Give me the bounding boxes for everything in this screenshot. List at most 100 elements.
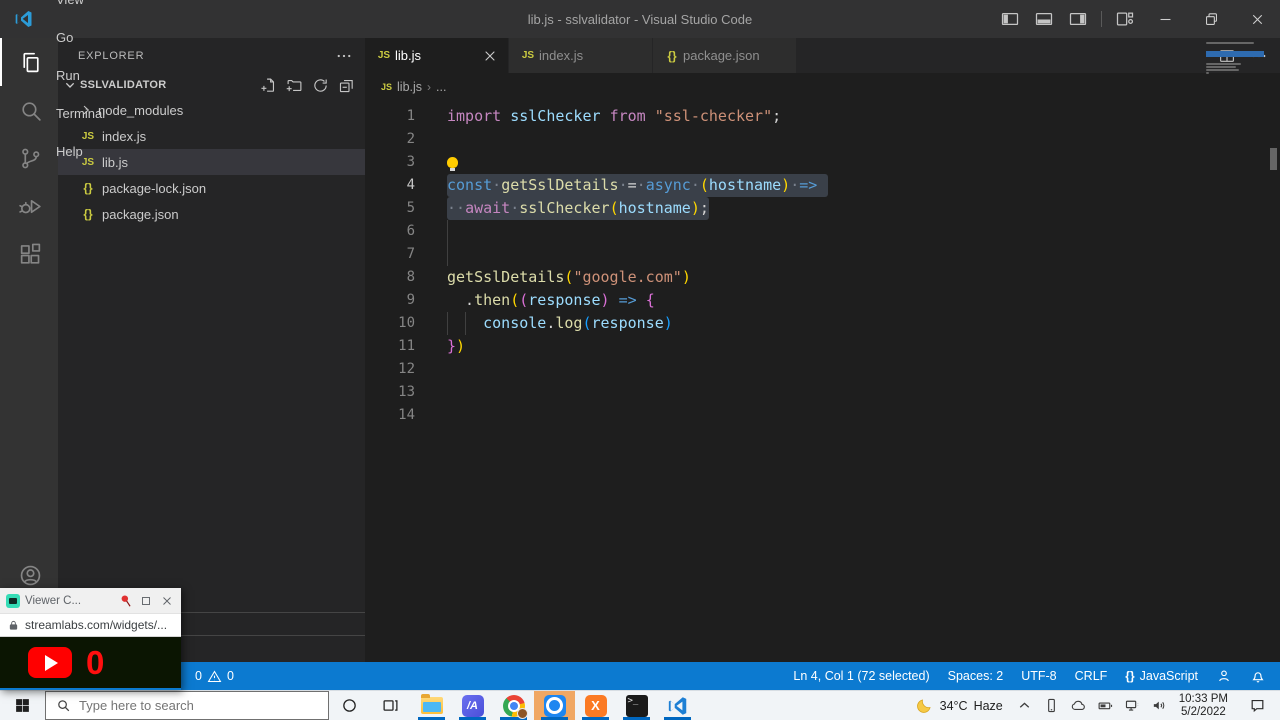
minimap-line <box>1206 42 1254 44</box>
weather-widget[interactable]: 34°C Haze <box>915 696 1003 715</box>
restore-button[interactable] <box>1188 0 1234 38</box>
token: · <box>492 176 501 194</box>
line-number: 10 <box>365 312 415 335</box>
battery-icon[interactable] <box>1097 697 1114 714</box>
explorer-more-icon[interactable] <box>335 47 353 65</box>
lightbulb-icon[interactable] <box>447 157 458 168</box>
overlay-window-title: Viewer C... <box>25 595 114 607</box>
close-icon[interactable] <box>159 594 175 608</box>
overlay-title-bar[interactable]: Viewer C... <box>0 588 181 613</box>
close-button[interactable] <box>1234 0 1280 38</box>
cortana-button[interactable] <box>329 691 370 720</box>
menu-go[interactable]: Go <box>46 19 119 57</box>
layout-secondary-icon[interactable] <box>1068 9 1088 29</box>
refresh-icon[interactable] <box>312 77 329 94</box>
feedback-icon[interactable] <box>1207 668 1241 684</box>
taskbar-app-vscode[interactable] <box>657 691 698 720</box>
viewer-count: 0 <box>86 644 104 682</box>
file-item-package.json[interactable]: {}package.json <box>58 201 365 227</box>
token: · <box>510 199 519 217</box>
gutter-space <box>415 335 447 358</box>
phone-icon[interactable] <box>1043 697 1060 714</box>
layout-panel-icon[interactable] <box>1034 9 1054 29</box>
taskbar-app-illustrator-like[interactable]: /A <box>452 691 493 720</box>
indentation[interactable]: Spaces: 2 <box>939 669 1013 683</box>
task-view-button[interactable] <box>370 691 411 720</box>
token: = <box>628 176 637 194</box>
customize-layout-icon[interactable] <box>1115 9 1135 29</box>
problems-indicator[interactable]: 0 0 <box>186 669 243 684</box>
action-center-button[interactable] <box>1238 697 1276 714</box>
search-input[interactable] <box>79 698 279 713</box>
source-control-icon <box>18 146 43 171</box>
moon-icon <box>915 696 934 715</box>
file-item-package-lock.json[interactable]: {}package-lock.json <box>58 175 365 201</box>
chrome-icon <box>503 695 525 717</box>
volume-icon[interactable] <box>1151 697 1168 714</box>
line-content: getSslDetails("google.com") <box>447 266 691 289</box>
pin-icon[interactable] <box>119 594 133 608</box>
taskbar-app-file-explorer[interactable] <box>411 691 452 720</box>
editor-pane: JSlib.jsJSindex.js{}package.json JS lib.… <box>365 38 1280 662</box>
menu-help[interactable]: Help <box>46 133 119 171</box>
code-line-12: 12 <box>365 358 1280 381</box>
json-file-icon: {} <box>78 181 98 195</box>
taskbar-app-chrome[interactable] <box>493 691 534 720</box>
gutter-space <box>415 220 447 243</box>
minimap-selection <box>1206 51 1264 57</box>
taskbar-app-terminal[interactable]: >_ <box>616 691 657 720</box>
tab-label: package.json <box>683 48 760 63</box>
minimize-button[interactable] <box>1142 0 1188 38</box>
system-tray: 34°C Haze 10:33 PM 5/2/2022 <box>915 691 1280 720</box>
breadcrumb-rest[interactable]: ... <box>436 80 446 94</box>
maximize-icon[interactable] <box>138 594 154 608</box>
token: ( <box>510 291 519 309</box>
gutter-space <box>415 105 447 128</box>
taskbar-app-xampp[interactable]: X <box>575 691 616 720</box>
menu-terminal[interactable]: Terminal <box>46 95 119 133</box>
notifications-bell-icon[interactable] <box>1241 668 1280 684</box>
code-line-3: 3 <box>365 151 1280 174</box>
eol-sequence[interactable]: CRLF <box>1066 669 1117 683</box>
minimap[interactable] <box>1206 42 1264 84</box>
taskbar-app-streamlabs[interactable] <box>534 691 575 720</box>
network-icon[interactable] <box>1124 697 1141 714</box>
token: ; <box>772 107 781 125</box>
tab-index.js[interactable]: JSindex.js <box>509 38 653 73</box>
activity-extensions[interactable] <box>0 230 58 278</box>
language-mode[interactable]: {} JavaScript <box>1116 669 1207 683</box>
token: console <box>483 314 546 332</box>
overlay-url[interactable]: streamlabs.com/widgets/... <box>25 618 167 632</box>
token: "google.com" <box>573 268 681 286</box>
new-file-icon[interactable] <box>260 77 277 94</box>
warning-icon <box>207 669 222 684</box>
tab-label: lib.js <box>395 48 421 63</box>
breadcrumb[interactable]: JS lib.js › ... <box>365 73 1280 101</box>
taskbar-search[interactable] <box>45 691 329 720</box>
activity-run-debug[interactable] <box>0 182 58 230</box>
cursor-position[interactable]: Ln 4, Col 1 (72 selected) <box>784 669 938 683</box>
line-content: import sslChecker from "ssl-checker"; <box>447 105 781 128</box>
menu-run[interactable]: Run <box>46 57 119 95</box>
line-number: 1 <box>365 105 415 128</box>
tab-lib.js[interactable]: JSlib.js <box>365 38 509 73</box>
line-content: .then((response) => { <box>447 289 655 312</box>
overlay-address-bar[interactable]: streamlabs.com/widgets/... <box>0 613 181 637</box>
breadcrumb-file[interactable]: lib.js <box>397 80 422 94</box>
cloud-icon[interactable] <box>1070 697 1087 714</box>
clock[interactable]: 10:33 PM 5/2/2022 <box>1179 693 1228 719</box>
layout-sidebar-icon[interactable] <box>1000 9 1020 29</box>
tab-package.json[interactable]: {}package.json <box>653 38 797 73</box>
token: => <box>799 176 817 194</box>
code-editor[interactable]: 1import sslChecker from "ssl-checker";23… <box>365 101 1280 662</box>
gutter-space <box>415 151 447 174</box>
start-button[interactable] <box>0 691 45 720</box>
collapse-folders-icon[interactable] <box>338 77 355 94</box>
line-number: 6 <box>365 220 415 243</box>
encoding[interactable]: UTF-8 <box>1012 669 1065 683</box>
new-folder-icon[interactable] <box>286 77 303 94</box>
titlebar-divider <box>1101 11 1102 27</box>
menu-view[interactable]: View <box>46 0 119 19</box>
close-tab-icon[interactable] <box>482 48 498 64</box>
chevron-up-icon[interactable] <box>1016 697 1033 714</box>
